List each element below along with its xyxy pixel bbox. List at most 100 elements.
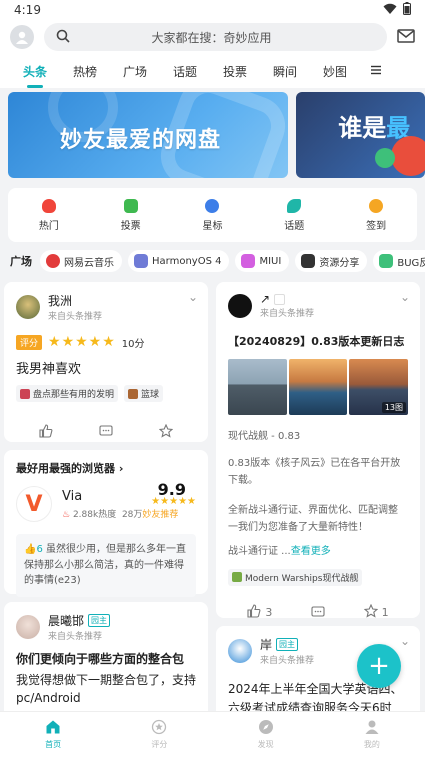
- app-review-card[interactable]: 最好用最强的浏览器 › V Via ♨ 2.88k热度 28万妙友推荐 9.9 …: [4, 450, 208, 597]
- see-more-link[interactable]: 查看更多: [291, 546, 331, 557]
- flame-icon: [41, 198, 56, 213]
- mail-icon[interactable]: [397, 28, 415, 47]
- banner-carousel[interactable]: 妙友最爱的网盘 谁是最: [0, 92, 425, 188]
- chevron-right-icon: ›: [118, 462, 124, 475]
- create-post-button[interactable]: +: [357, 644, 401, 688]
- avatar[interactable]: [16, 295, 40, 319]
- chevron-down-icon[interactable]: ⌄: [188, 290, 198, 304]
- tab-vote[interactable]: 投票: [210, 63, 260, 80]
- quick-vote[interactable]: 投票: [101, 198, 161, 232]
- warship-image[interactable]: [228, 359, 287, 415]
- tab-moments[interactable]: 瞬间: [260, 63, 310, 80]
- topic-icon: [287, 198, 302, 213]
- author-name[interactable]: ↗: [260, 292, 270, 306]
- author-name[interactable]: 岸: [260, 636, 272, 653]
- plaza-title: 广场: [10, 255, 32, 268]
- star-icon: [205, 198, 220, 213]
- banner-second[interactable]: 谁是最: [296, 92, 425, 178]
- comment-icon[interactable]: [311, 604, 325, 621]
- post-title: 【20240829】0.83版本更新日志: [228, 335, 405, 348]
- favorite-star-icon: [363, 603, 378, 621]
- nav-rating[interactable]: 评分: [129, 719, 189, 750]
- thumbs-up-icon: 👍: [24, 544, 37, 555]
- chip-miui[interactable]: MIUI: [235, 250, 290, 272]
- via-app-logo[interactable]: V: [16, 486, 52, 522]
- app-stars: ★★★★★: [151, 496, 196, 507]
- miui-icon: [241, 254, 256, 268]
- author-name[interactable]: 我洲: [48, 292, 102, 309]
- harmonyos-icon: [134, 254, 148, 268]
- like-icon[interactable]: [39, 424, 53, 438]
- source-label: 来自头条推荐: [48, 312, 103, 322]
- search-bar[interactable]: 大家都在搜：奇妙应用: [44, 23, 387, 51]
- post-card-question[interactable]: 晨曦邯 园主 来自头条推荐 你们更倾向于哪些方面的整合包 我觉得想做下一期整合包了…: [4, 602, 208, 722]
- quick-hot[interactable]: 热门: [19, 198, 79, 232]
- chip-netease-music[interactable]: 网易云音乐: [40, 250, 122, 272]
- avatar[interactable]: [228, 639, 252, 663]
- rating-icon: [151, 719, 167, 737]
- app-heat: 2.88k热度: [72, 509, 117, 520]
- topic-tag[interactable]: 篮球: [124, 385, 164, 402]
- source-label: 来自头条推荐: [48, 632, 103, 642]
- user-avatar[interactable]: [10, 25, 34, 49]
- quick-topic[interactable]: 话题: [264, 198, 324, 232]
- tab-headlines[interactable]: 头条: [10, 63, 60, 80]
- post-card-changelog[interactable]: ⌄ ↗ 来自头条推荐 【20240829】0.83版本更新日志 13图 现代战舰…: [216, 282, 420, 621]
- owner-badge: 园主: [276, 638, 299, 651]
- top-bar: 大家都在搜：奇妙应用: [0, 20, 425, 54]
- tab-pictures[interactable]: 妙图: [310, 63, 360, 80]
- plaza-row: 广场 网易云音乐 HarmonyOS 4 MIUI 资源分享 BUG反馈: [0, 246, 425, 276]
- nav-home[interactable]: 首页: [23, 719, 83, 750]
- home-icon: [45, 719, 61, 737]
- tab-topics[interactable]: 话题: [160, 63, 210, 80]
- nav-profile[interactable]: 我的: [342, 719, 402, 750]
- banner-1-text: 妙友最爱的网盘: [60, 128, 222, 153]
- tab-hot[interactable]: 热榜: [60, 63, 110, 80]
- review-quote[interactable]: 👍6 虽然很少用，但是那么多年一直保持那么小那么简洁，真的一件难得的事情(e23…: [16, 534, 196, 597]
- post-actions: [16, 424, 196, 438]
- quick-checkin[interactable]: 签到: [346, 198, 406, 232]
- post-actions: 3 1: [228, 603, 408, 621]
- avatar[interactable]: [16, 615, 40, 639]
- chip-resources[interactable]: 资源分享: [295, 250, 368, 272]
- like-button[interactable]: 3: [247, 603, 273, 621]
- rating-row: 评分 ★★★★★ 10分: [16, 334, 196, 350]
- avatar[interactable]: [228, 293, 252, 318]
- author-name[interactable]: 晨曦邯: [48, 612, 84, 629]
- wifi-icon: [383, 3, 397, 18]
- post-paragraph-3: 战斗通行证 ...: [228, 546, 291, 557]
- search-placeholder: 大家都在搜：奇妙应用: [151, 30, 272, 45]
- post-body: 我觉得想做下一期整合包了，支持pc/Android: [16, 673, 197, 705]
- quote-text: 虽然很少用，但是那么多年一直保持那么小那么简洁，真的一件难得的事情(e23): [24, 544, 187, 586]
- status-time: 4:19: [14, 3, 41, 17]
- chip-bug-report[interactable]: BUG反馈: [373, 250, 425, 272]
- app-reviews: 28万: [121, 509, 143, 520]
- comment-icon[interactable]: [99, 424, 113, 438]
- banner-2-text-a: 谁是: [338, 114, 387, 142]
- like-count: 3: [265, 605, 273, 619]
- bottom-nav: 首页 评分 发现 我的: [0, 711, 425, 757]
- chip-harmonyos[interactable]: HarmonyOS 4: [128, 250, 230, 272]
- topic-tag[interactable]: Modern Warships现代战舰: [228, 568, 363, 586]
- post-paragraph-1: 0.83版本《核子风云》已在各平台开放下载。: [228, 458, 401, 486]
- favorite-count: 1: [381, 605, 389, 619]
- banner-cloud-drive[interactable]: 妙友最爱的网盘: [8, 92, 289, 178]
- favorite-button[interactable]: 1: [363, 603, 389, 621]
- post-card-rating[interactable]: ⌄ 我洲 来自头条推荐 评分 ★★★★★ 10分 我男神喜欢 盘点那些有用的发明…: [4, 282, 208, 442]
- warship-image[interactable]: [288, 359, 348, 415]
- chevron-down-icon[interactable]: ⌄: [400, 290, 410, 304]
- source-label: 来自头条推荐: [260, 309, 315, 319]
- quick-star[interactable]: 星标: [182, 198, 242, 232]
- nav-discover[interactable]: 发现: [236, 719, 296, 750]
- tab-plaza[interactable]: 广场: [110, 63, 160, 80]
- source-label: 来自头条推荐: [260, 656, 315, 666]
- like-icon: [247, 603, 261, 621]
- favorite-star-icon[interactable]: [159, 424, 173, 438]
- post-images[interactable]: 13图: [228, 359, 409, 415]
- warship-image[interactable]: 13图: [349, 359, 409, 415]
- topic-tag[interactable]: 盘点那些有用的发明: [16, 385, 119, 402]
- chevron-down-icon[interactable]: ⌄: [400, 634, 410, 648]
- tabs-menu-icon[interactable]: [366, 64, 386, 78]
- feed-left-column: ⌄ 我洲 来自头条推荐 评分 ★★★★★ 10分 我男神喜欢 盘点那些有用的发明…: [4, 282, 208, 736]
- card-heading[interactable]: 最好用最强的浏览器 ›: [16, 460, 196, 476]
